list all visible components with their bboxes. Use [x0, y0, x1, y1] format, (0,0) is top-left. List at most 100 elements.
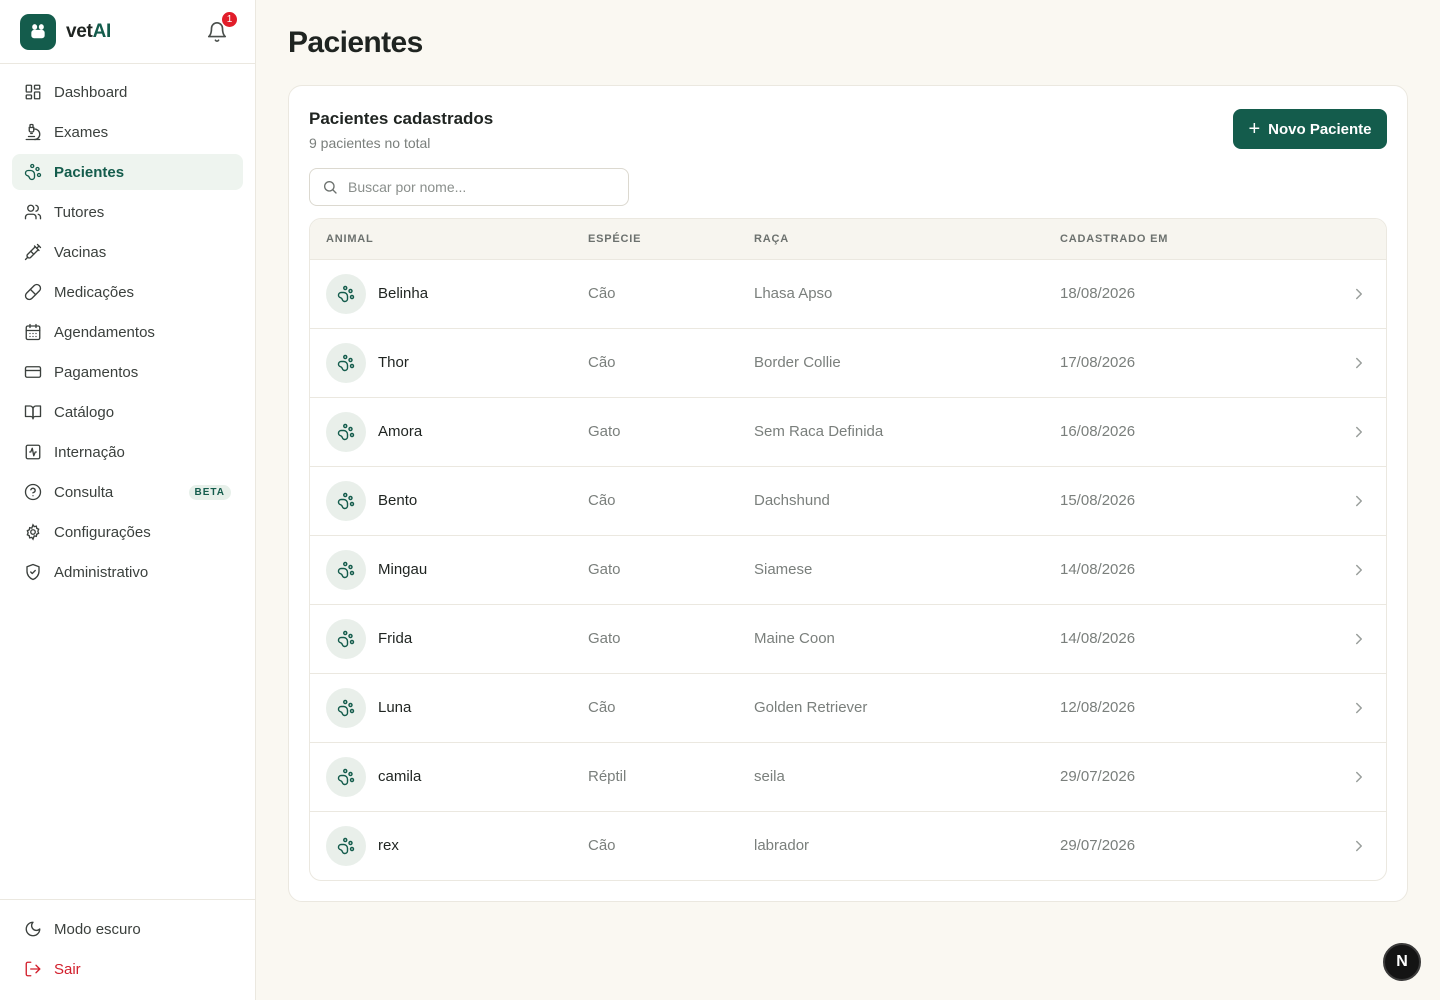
- patient-registered-date: 29/07/2026: [1060, 837, 1136, 854]
- paw-icon: [337, 699, 355, 717]
- column-registered: CADASTRADO EM: [1060, 233, 1169, 245]
- sidebar-item-administrativo[interactable]: Administrativo: [12, 554, 243, 590]
- sidebar-item-configuracoes[interactable]: Configurações: [12, 514, 243, 550]
- patient-breed: Maine Coon: [754, 630, 835, 647]
- paw-icon: [337, 423, 355, 441]
- table-header: ANIMAL ESPÉCIE RAÇA CADASTRADO EM: [310, 219, 1386, 260]
- paw-icon: [24, 163, 42, 181]
- table-body: Belinha Cão Lhasa Apso 18/08/2026 Thor Cão Bor…: [310, 260, 1386, 880]
- patient-avatar: [326, 481, 366, 521]
- sidebar-item-agendamentos[interactable]: Agendamentos: [12, 314, 243, 350]
- patient-registered-date: 18/08/2026: [1060, 285, 1136, 302]
- sidebar-item-tutores[interactable]: Tutores: [12, 194, 243, 230]
- sidebar-item-label: Medicações: [54, 283, 135, 301]
- calendar-icon: [25, 323, 41, 341]
- microscope-icon: [25, 123, 41, 141]
- paw-icon: [337, 768, 355, 786]
- sidebar: vetAI 1 Dashboard Exames Pacientes Tutor…: [0, 0, 256, 1000]
- patient-breed: Border Collie: [754, 354, 841, 371]
- sidebar-item-exames[interactable]: Exames: [12, 114, 243, 150]
- search-input[interactable]: [348, 179, 618, 195]
- paw-icon: [337, 354, 355, 372]
- logout-button[interactable]: Sair: [12, 951, 243, 987]
- logout-label: Sair: [54, 960, 81, 978]
- chevron-right-icon: [1356, 702, 1362, 714]
- pill-icon: [24, 283, 42, 301]
- beta-badge: BETA: [188, 484, 231, 500]
- chevron-right-icon: [1356, 288, 1362, 300]
- page-title: Pacientes: [288, 26, 423, 59]
- patient-avatar: [326, 757, 366, 797]
- patient-species: Cão: [588, 837, 616, 854]
- table-row[interactable]: Thor Cão Border Collie 17/08/2026: [310, 329, 1386, 398]
- patient-registered-date: 29/07/2026: [1060, 768, 1136, 785]
- dev-tools-badge[interactable]: N: [1383, 943, 1421, 981]
- patient-registered-date: 17/08/2026: [1060, 354, 1136, 371]
- patient-registered-date: 14/08/2026: [1060, 561, 1136, 578]
- table-row[interactable]: Bento Cão Dachshund 15/08/2026: [310, 467, 1386, 536]
- patients-table: ANIMAL ESPÉCIE RAÇA CADASTRADO EM Belinh…: [309, 218, 1387, 881]
- patient-species: Réptil: [588, 768, 627, 785]
- paw-icon: [337, 285, 355, 303]
- chevron-right-icon: [1356, 633, 1362, 645]
- table-row[interactable]: Mingau Gato Siamese 14/08/2026: [310, 536, 1386, 605]
- table-row[interactable]: Belinha Cão Lhasa Apso 18/08/2026: [310, 260, 1386, 329]
- sidebar-item-dashboard[interactable]: Dashboard: [12, 74, 243, 110]
- sidebar-item-pagamentos[interactable]: Pagamentos: [12, 354, 243, 390]
- patients-card: Pacientes cadastrados 9 pacientes no tot…: [288, 85, 1408, 902]
- sidebar-item-medicacoes[interactable]: Medicações: [12, 274, 243, 310]
- patient-avatar: [326, 826, 366, 866]
- users-icon: [24, 204, 42, 220]
- notification-badge: 1: [222, 12, 237, 27]
- search-box: [309, 168, 629, 206]
- plus-icon: +: [1248, 118, 1261, 140]
- new-patient-button[interactable]: + Novo Paciente: [1233, 109, 1387, 149]
- help-circle-icon: [24, 483, 42, 501]
- paw-icon: [337, 492, 355, 510]
- gear-icon: [26, 523, 40, 541]
- table-row[interactable]: Frida Gato Maine Coon 14/08/2026: [310, 605, 1386, 674]
- table-row[interactable]: Luna Cão Golden Retriever 12/08/2026: [310, 674, 1386, 743]
- sidebar-footer: Modo escuro Sair: [0, 899, 255, 991]
- sidebar-item-pacientes[interactable]: Pacientes: [12, 154, 243, 190]
- patient-name: Thor: [378, 354, 409, 371]
- table-row[interactable]: Amora Gato Sem Raca Definida 16/08/2026: [310, 398, 1386, 467]
- paw-icon: [337, 561, 355, 579]
- table-row[interactable]: rex Cão labrador 29/07/2026: [310, 812, 1386, 880]
- sidebar-item-label: Pacientes: [54, 163, 125, 181]
- sidebar-item-label: Administrativo: [54, 563, 149, 581]
- sidebar-item-catalogo[interactable]: Catálogo: [12, 394, 243, 430]
- sidebar-item-label: Internação: [54, 443, 125, 461]
- patient-name: Amora: [378, 423, 423, 440]
- brand-name: vetAI: [66, 20, 111, 42]
- patient-name: Belinha: [378, 285, 429, 302]
- logo[interactable]: [20, 13, 56, 50]
- chevron-right-icon: [1356, 426, 1362, 438]
- patient-species: Gato: [588, 630, 621, 647]
- sidebar-item-label: Configurações: [54, 523, 151, 541]
- patient-species: Gato: [588, 561, 621, 578]
- patient-name: rex: [378, 837, 399, 854]
- patient-avatar: [326, 412, 366, 452]
- patient-avatar: [326, 688, 366, 728]
- table-row[interactable]: camila Réptil seila 29/07/2026: [310, 743, 1386, 812]
- dark-mode-toggle[interactable]: Modo escuro: [12, 911, 243, 947]
- sidebar-item-consulta[interactable]: Consulta BETA: [12, 474, 243, 510]
- patient-species: Gato: [588, 423, 621, 440]
- sidebar-item-internacao[interactable]: Internação: [12, 434, 243, 470]
- paw-icon: [337, 630, 355, 648]
- patient-breed: Golden Retriever: [754, 699, 868, 716]
- patient-breed: Lhasa Apso: [754, 285, 833, 302]
- patient-breed: seila: [754, 768, 785, 785]
- search-icon: [324, 181, 337, 194]
- column-species: ESPÉCIE: [588, 233, 642, 245]
- patient-avatar: [326, 619, 366, 659]
- patient-species: Cão: [588, 492, 616, 509]
- sidebar-item-vacinas[interactable]: Vacinas: [12, 234, 243, 270]
- patient-species: Cão: [588, 699, 616, 716]
- sidebar-item-label: Exames: [54, 123, 109, 141]
- sidebar-item-label: Catálogo: [54, 403, 115, 421]
- paw-icon: [337, 837, 355, 855]
- new-patient-label: Novo Paciente: [1268, 120, 1372, 138]
- patient-registered-date: 14/08/2026: [1060, 630, 1136, 647]
